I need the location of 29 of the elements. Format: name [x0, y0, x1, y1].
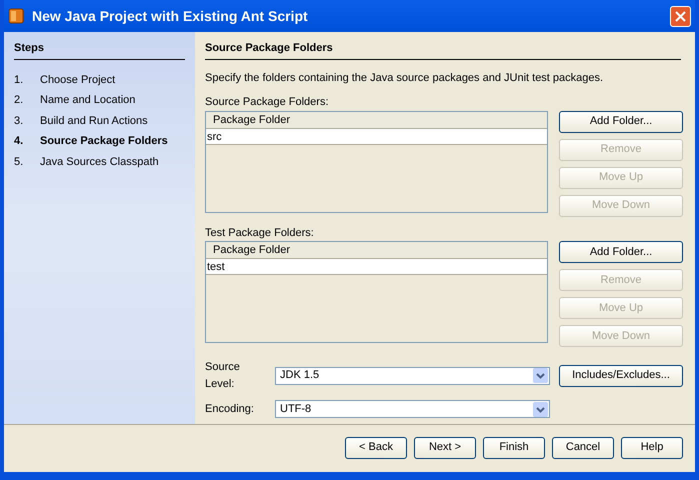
field-label: Encoding: — [205, 402, 255, 417]
field-label: Source Level: — [205, 360, 241, 392]
step-item: 4. Source Package Folders — [14, 134, 169, 149]
column-header: Package Folder — [206, 242, 547, 259]
list-label: Test Package Folders: — [205, 226, 315, 240]
close-button[interactable] — [670, 6, 691, 26]
dialog-button[interactable]: Cancel — [552, 436, 614, 458]
step-item: 3. Build and Run Actions — [14, 114, 149, 128]
panel-description: Specify the folders containing the Java source packages and JUnit test packages. — [205, 70, 604, 86]
dialog-button[interactable]: Help — [621, 436, 683, 458]
table-cell[interactable]: src — [206, 128, 547, 144]
dialog-button[interactable]: Add Folder... — [559, 110, 683, 132]
step-item: 5. Java Sources Classpath — [14, 154, 160, 170]
step-item: 2. Name and Location — [14, 93, 136, 108]
list-label: Source Package Folders: — [205, 95, 330, 110]
dialog-button[interactable]: Finish — [483, 436, 545, 458]
dialog-button[interactable]: Add Folder... — [559, 241, 683, 263]
dialog-button[interactable]: < Back — [345, 436, 407, 458]
dropdown[interactable]: UTF-8 — [275, 400, 550, 418]
window-title: New Java Project with Existing Ant Script — [32, 6, 308, 26]
steps-heading: Steps — [14, 40, 185, 60]
dialog-button[interactable]: Next > — [414, 436, 476, 458]
dialog-button[interactable]: Includes/Excludes... — [559, 364, 683, 386]
close-icon — [675, 10, 686, 22]
step-item: 1. Choose Project — [14, 72, 116, 88]
app-icon — [8, 8, 24, 24]
dropdown[interactable]: JDK 1.5 — [275, 366, 550, 384]
table-cell[interactable]: test — [206, 259, 547, 275]
panel-heading: Source Package Folders — [205, 40, 681, 60]
